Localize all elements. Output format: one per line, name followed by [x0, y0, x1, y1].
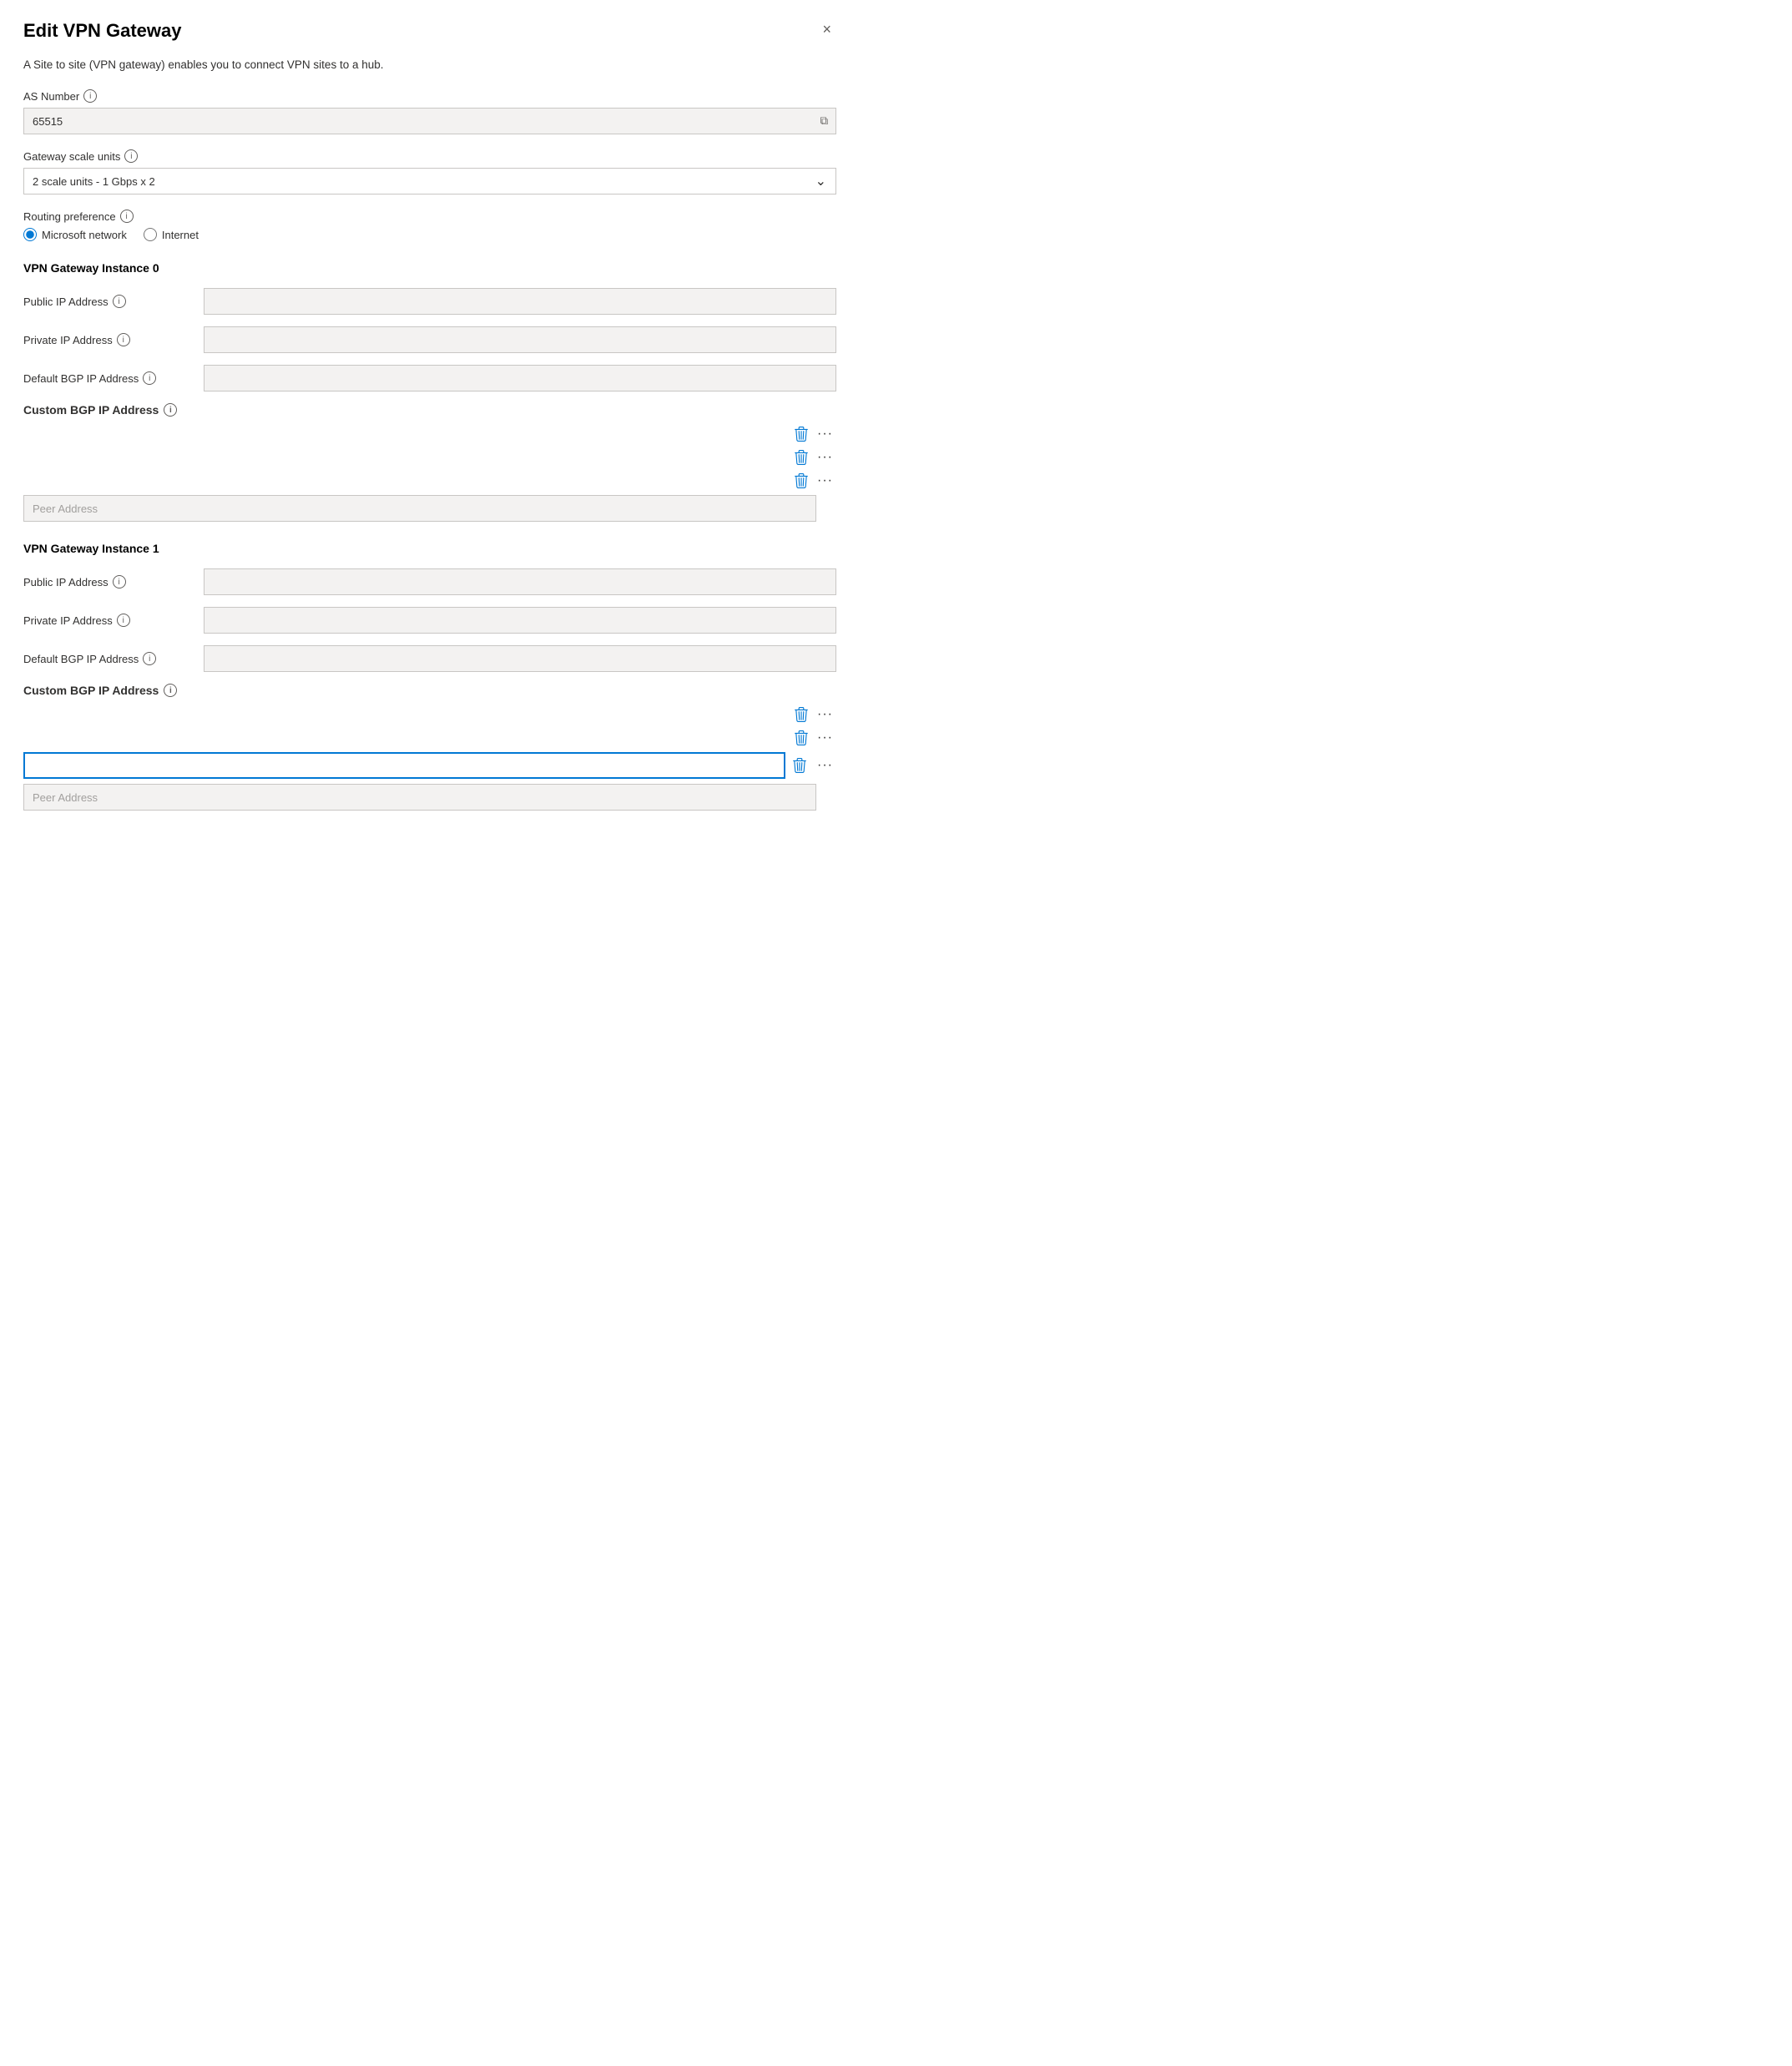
instance0-bgp-row2-more-button[interactable]: ···: [814, 448, 836, 467]
instance1-peer-address-input[interactable]: [23, 784, 816, 811]
instance0-bgp-row2-trash-button[interactable]: [792, 448, 810, 467]
instance-1-heading: VPN Gateway Instance 1: [23, 542, 836, 555]
routing-preference-microsoft-radio[interactable]: [23, 228, 37, 241]
vpn-gateway-instance-0: VPN Gateway Instance 0 Public IP Address…: [23, 261, 836, 522]
instance1-default-bgp-row: Default BGP IP Address i: [23, 645, 836, 672]
instance1-custom-bgp-info-icon[interactable]: i: [164, 684, 177, 697]
instance0-default-bgp-info-icon[interactable]: i: [143, 371, 156, 385]
vpn-gateway-instance-1: VPN Gateway Instance 1 Public IP Address…: [23, 542, 836, 811]
dialog-description: A Site to site (VPN gateway) enables you…: [23, 58, 836, 71]
instance1-bgp-active-row: ···: [23, 752, 836, 779]
instance0-bgp-row3-more-button[interactable]: ···: [814, 472, 836, 490]
routing-preference-internet-label[interactable]: Internet: [144, 228, 199, 241]
instance1-bgp-row-1: ···: [23, 705, 836, 724]
instance0-custom-bgp-label: Custom BGP IP Address i: [23, 403, 836, 417]
as-number-label: AS Number i: [23, 89, 836, 103]
instance0-default-bgp-row: Default BGP IP Address i: [23, 365, 836, 391]
routing-preference-internet-radio[interactable]: [144, 228, 157, 241]
routing-preference-microsoft-label[interactable]: Microsoft network: [23, 228, 127, 241]
as-number-copy-button[interactable]: ⧉: [813, 109, 835, 133]
dialog-header: Edit VPN Gateway ×: [23, 20, 836, 42]
as-number-input[interactable]: [23, 108, 836, 134]
as-number-input-wrapper: ⧉: [23, 108, 836, 134]
instance0-bgp-row1-more-button[interactable]: ···: [814, 425, 836, 443]
instance1-bgp-active-more-button[interactable]: ···: [814, 756, 836, 775]
instance0-bgp-row1-trash-button[interactable]: [792, 425, 810, 443]
dialog-title: Edit VPN Gateway: [23, 20, 182, 42]
as-number-field-group: AS Number i ⧉: [23, 89, 836, 134]
instance0-public-ip-label: Public IP Address i: [23, 295, 190, 308]
trash-icon: [794, 730, 809, 745]
trash-icon: [794, 473, 809, 488]
instance1-custom-bgp-section: Custom BGP IP Address i ···: [23, 684, 836, 811]
instance1-private-ip-label: Private IP Address i: [23, 614, 190, 627]
instance1-private-ip-row: Private IP Address i: [23, 607, 836, 634]
instance1-public-ip-label: Public IP Address i: [23, 575, 190, 588]
as-number-info-icon[interactable]: i: [83, 89, 97, 103]
copy-icon: ⧉: [820, 114, 828, 128]
instance1-bgp-active-trash-button[interactable]: [790, 756, 809, 775]
trash-icon: [794, 427, 809, 442]
instance0-private-ip-label: Private IP Address i: [23, 333, 190, 346]
instance1-default-bgp-label: Default BGP IP Address i: [23, 652, 190, 665]
instance1-default-bgp-info-icon[interactable]: i: [143, 652, 156, 665]
instance1-bgp-row-2: ···: [23, 729, 836, 747]
instance0-peer-address-input[interactable]: [23, 495, 816, 522]
instance1-bgp-row2-more-button[interactable]: ···: [814, 729, 836, 747]
routing-preference-internet-text: Internet: [162, 229, 199, 241]
routing-preference-microsoft-text: Microsoft network: [42, 229, 127, 241]
instance1-bgp-row2-trash-button[interactable]: [792, 729, 810, 747]
instance1-bgp-active-input[interactable]: [23, 752, 785, 779]
instance0-default-bgp-label: Default BGP IP Address i: [23, 371, 190, 385]
routing-preference-field-group: Routing preference i Microsoft network I…: [23, 210, 836, 241]
routing-preference-info-icon[interactable]: i: [120, 210, 134, 223]
instance1-private-ip-input[interactable]: [204, 607, 836, 634]
instance0-bgp-row-2: ···: [23, 448, 836, 467]
edit-vpn-gateway-dialog: Edit VPN Gateway × A Site to site (VPN g…: [0, 0, 860, 1002]
trash-icon: [794, 707, 809, 722]
instance0-custom-bgp-info-icon[interactable]: i: [164, 403, 177, 417]
gateway-scale-units-label: Gateway scale units i: [23, 149, 836, 163]
instance0-default-bgp-input[interactable]: [204, 365, 836, 391]
instance0-peer-address-wrapper: [23, 495, 836, 522]
instance0-bgp-row3-trash-button[interactable]: [792, 472, 810, 490]
instance-0-heading: VPN Gateway Instance 0: [23, 261, 836, 275]
instance0-private-ip-info-icon[interactable]: i: [117, 333, 130, 346]
instance0-private-ip-row: Private IP Address i: [23, 326, 836, 353]
instance0-public-ip-input[interactable]: [204, 288, 836, 315]
instance0-bgp-row-3: ···: [23, 472, 836, 490]
instance0-public-ip-info-icon[interactable]: i: [113, 295, 126, 308]
instance1-peer-address-wrapper: [23, 784, 836, 811]
gateway-scale-units-select[interactable]: 1 scale unit - 500 Mbps x 2 2 scale unit…: [23, 168, 836, 194]
trash-icon: [792, 758, 807, 773]
close-button[interactable]: ×: [817, 20, 836, 38]
trash-icon: [794, 450, 809, 465]
gateway-scale-units-info-icon[interactable]: i: [124, 149, 138, 163]
instance1-private-ip-info-icon[interactable]: i: [117, 614, 130, 627]
instance1-public-ip-row: Public IP Address i: [23, 568, 836, 595]
instance0-bgp-row-1: ···: [23, 425, 836, 443]
instance0-public-ip-row: Public IP Address i: [23, 288, 836, 315]
instance1-default-bgp-input[interactable]: [204, 645, 836, 672]
instance1-custom-bgp-label: Custom BGP IP Address i: [23, 684, 836, 697]
gateway-scale-units-field-group: Gateway scale units i 1 scale unit - 500…: [23, 149, 836, 194]
routing-preference-radio-group: Microsoft network Internet: [23, 228, 836, 241]
gateway-scale-units-select-wrapper: 1 scale unit - 500 Mbps x 2 2 scale unit…: [23, 168, 836, 194]
instance0-custom-bgp-section: Custom BGP IP Address i ···: [23, 403, 836, 522]
instance1-bgp-row1-trash-button[interactable]: [792, 705, 810, 724]
instance0-private-ip-input[interactable]: [204, 326, 836, 353]
instance1-public-ip-input[interactable]: [204, 568, 836, 595]
instance1-bgp-row1-more-button[interactable]: ···: [814, 705, 836, 724]
routing-preference-label: Routing preference i: [23, 210, 836, 223]
instance1-public-ip-info-icon[interactable]: i: [113, 575, 126, 588]
